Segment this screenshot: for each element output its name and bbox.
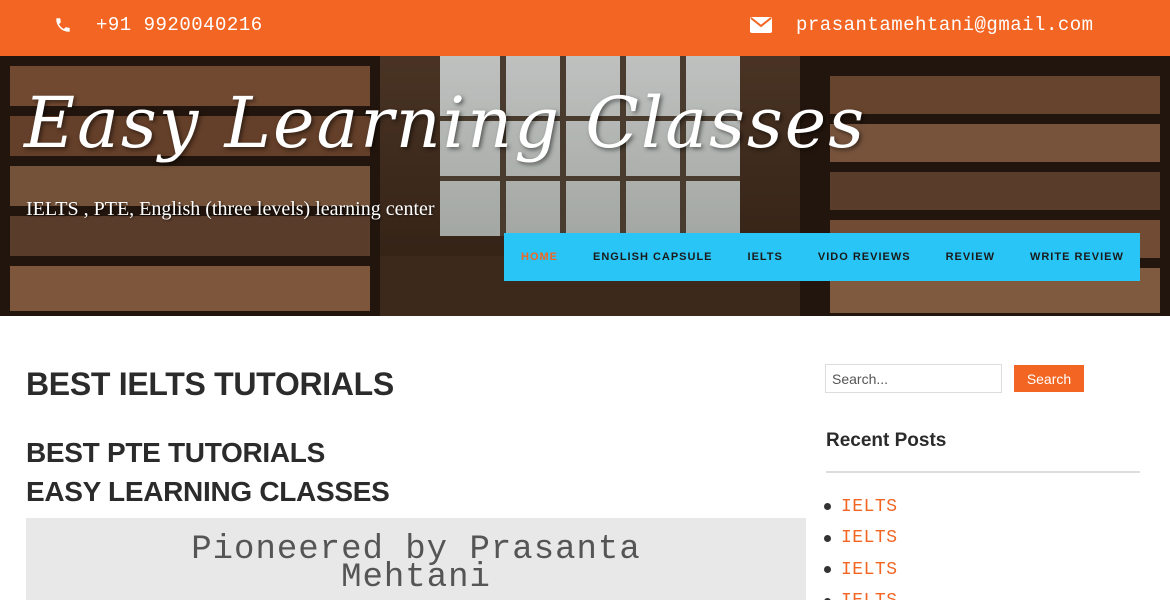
recent-post-link[interactable]: IELTS (841, 560, 898, 580)
nav-review[interactable]: REVIEW (946, 251, 995, 263)
list-item: IELTS (824, 491, 898, 523)
recent-posts-title: Recent Posts (826, 430, 947, 451)
email-address: prasantamehtani@gmail.com (796, 14, 1094, 36)
header-banner: Easy Learning Classes IELTS , PTE, Engli… (0, 56, 1170, 316)
bullet-icon (824, 534, 831, 542)
list-item: IELTS (824, 586, 898, 600)
bullet-icon (824, 566, 831, 574)
bullet-icon (824, 503, 831, 511)
recent-post-link[interactable]: IELTS (841, 591, 898, 600)
pioneer-text: Pioneered by Prasanta Mehtani (191, 531, 641, 597)
top-contact-bar: +91 9920040216 prasantamehtani@gmail.com (0, 0, 1170, 56)
nav-ielts[interactable]: IELTS (748, 251, 783, 263)
phone-number: +91 9920040216 (96, 14, 263, 36)
nav-vido-reviews[interactable]: VIDO REVIEWS (818, 251, 911, 263)
sub-heading: BEST PTE TUTORIALS EASY LEARNING CLASSES (26, 433, 390, 511)
recent-posts-list: IELTS IELTS IELTS IELTS (824, 491, 898, 600)
search-input[interactable] (825, 364, 1002, 393)
sub-heading-line-1: BEST PTE TUTORIALS (26, 437, 325, 468)
page-heading: BEST IELTS TUTORIALS (26, 366, 394, 402)
widget-divider (826, 471, 1140, 473)
phone-contact[interactable]: +91 9920040216 (54, 14, 263, 36)
recent-post-link[interactable]: IELTS (841, 497, 898, 517)
nav-write-review[interactable]: WRITE REVIEW (1030, 251, 1124, 263)
list-item: IELTS (824, 554, 898, 586)
site-title[interactable]: Easy Learning Classes (24, 82, 866, 164)
search-button[interactable]: Search (1014, 365, 1084, 392)
sub-heading-line-2: EASY LEARNING CLASSES (26, 476, 390, 507)
nav-english-capsule[interactable]: ENGLISH CAPSULE (593, 251, 713, 263)
recent-post-link[interactable]: IELTS (841, 528, 898, 548)
nav-home[interactable]: HOME (521, 251, 558, 263)
email-contact[interactable]: prasantamehtani@gmail.com (750, 14, 1094, 36)
site-tagline: IELTS , PTE, English (three levels) lear… (26, 198, 435, 220)
main-navigation: HOME ENGLISH CAPSULE IELTS VIDO REVIEWS … (504, 233, 1140, 281)
pioneer-banner: Pioneered by Prasanta Mehtani (26, 518, 806, 600)
list-item: IELTS (824, 523, 898, 555)
envelope-icon (750, 16, 772, 34)
phone-icon (54, 16, 72, 34)
